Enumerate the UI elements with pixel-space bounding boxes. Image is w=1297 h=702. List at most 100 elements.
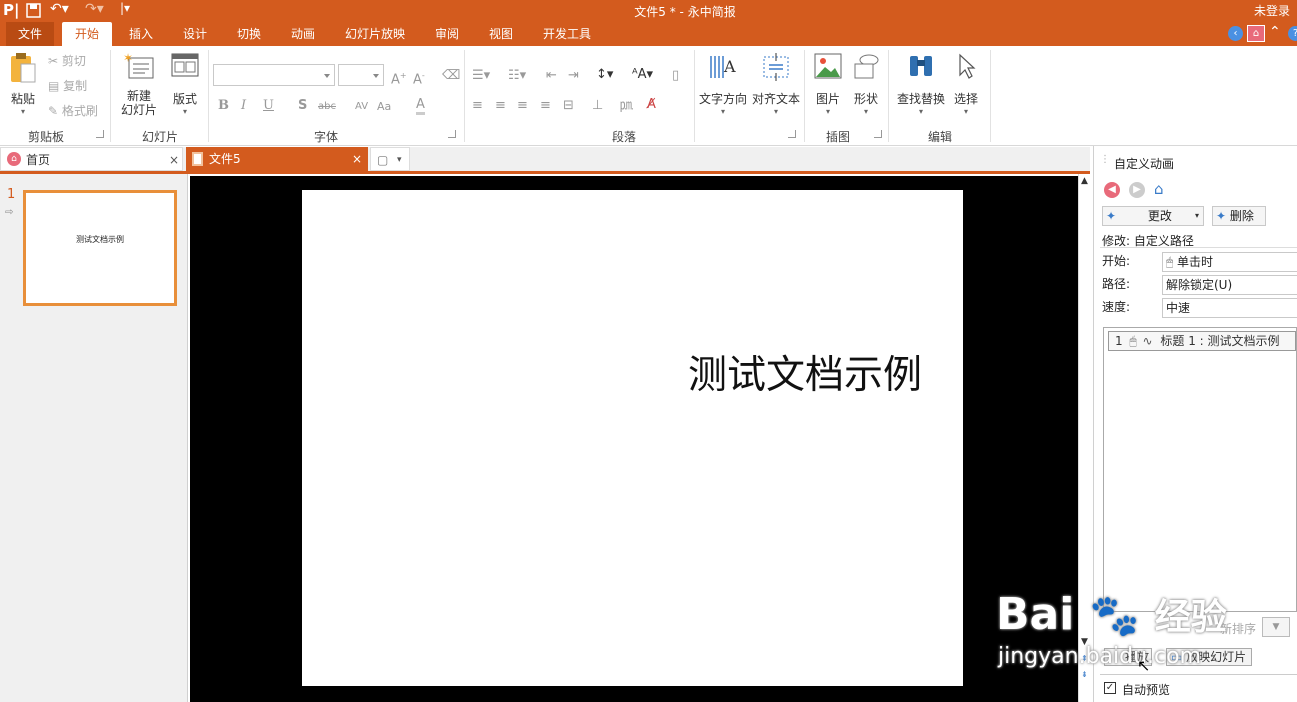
tab-document[interactable]: 文件5 × [186, 147, 368, 171]
distribute-icon[interactable]: ⊟ [563, 98, 574, 114]
redo-icon[interactable]: ↷▾ [85, 1, 104, 17]
path-value: 解除锁定(U) [1166, 278, 1233, 292]
align-text-button[interactable]: 对齐文本 ▾ [750, 52, 802, 116]
list-item-text: 标题 1 : 测试文档示例 [1160, 334, 1280, 348]
align-right-icon[interactable]: ≡ [517, 98, 528, 114]
clear-text-effect-icon[interactable]: A̸ [647, 97, 656, 113]
speed-select[interactable]: 中速 [1162, 298, 1297, 318]
vertical-align-icon[interactable]: ⊥ [592, 98, 603, 114]
text-direction-small-icon[interactable]: ᴬA▾ [632, 67, 653, 83]
select-button[interactable]: 选择 ▾ [948, 52, 984, 116]
cut-button[interactable]: ✂ 剪切 [48, 52, 86, 70]
new-slide-button[interactable]: ✶ 新建 幻灯片 [116, 52, 162, 117]
change-dropdown-icon[interactable]: ▾ [1195, 207, 1199, 225]
change-effect-button[interactable]: ✦ 更改 ▾ [1102, 206, 1204, 226]
path-select[interactable]: 解除锁定(U) [1162, 275, 1297, 295]
decrease-indent-icon[interactable]: ⇤ [546, 68, 557, 84]
group-label-editing: 编辑 [927, 130, 952, 144]
shadow-button[interactable]: S [298, 98, 307, 114]
font-color-button[interactable]: A [416, 98, 425, 115]
char-spacing-button[interactable]: AV [355, 99, 368, 115]
bold-button[interactable]: B [218, 98, 229, 114]
delete-effect-button[interactable]: ✦ 删除 [1212, 206, 1266, 226]
customize-quick-access-icon[interactable]: |▾ [120, 1, 130, 15]
align-left-icon[interactable]: ≡ [472, 98, 483, 114]
cursor-arrow-icon [959, 53, 976, 79]
justify-icon[interactable]: ≡ [540, 98, 551, 114]
close-tab-home-icon[interactable]: × [169, 148, 179, 172]
help-icon[interactable]: ? [1288, 26, 1297, 41]
menu-insert[interactable]: 插入 [118, 22, 164, 46]
increase-indent-icon[interactable]: ⇥ [568, 68, 579, 84]
animation-list[interactable]: 1 🖱 ∿ 标题 1 : 测试文档示例 [1103, 327, 1297, 612]
font-launcher-icon[interactable] [448, 130, 456, 138]
shape-button[interactable]: 形状 ▾ [848, 52, 884, 116]
clipboard-launcher-icon[interactable] [96, 130, 104, 138]
tab-home-label: 首页 [26, 153, 51, 167]
picture-button[interactable]: 图片 ▾ [810, 52, 846, 116]
find-replace-button[interactable]: 查找替换 ▾ [894, 52, 948, 116]
new-tab-dropdown-icon[interactable]: ▾ [397, 148, 402, 172]
align-text-label: 对齐文本 [751, 92, 800, 106]
asian-layout-icon[interactable]: ㏘ [620, 98, 633, 114]
slide-canvas[interactable] [302, 190, 963, 686]
drawing-launcher-icon[interactable] [874, 130, 882, 138]
italic-button[interactable]: I [241, 98, 246, 114]
tab-home[interactable]: ⌂ 首页 × [0, 147, 183, 171]
app-logo: P| [3, 1, 20, 19]
clear-format-icon[interactable]: ⌫ [442, 68, 460, 84]
undo-icon[interactable]: ↶▾ [50, 1, 69, 17]
group-label-slides: 幻灯片 [141, 130, 178, 144]
columns-icon[interactable]: ▯ [672, 68, 679, 84]
menu-review[interactable]: 审阅 [424, 22, 470, 46]
auto-preview-checkbox[interactable]: ✓ [1104, 682, 1116, 694]
copy-button[interactable]: ▤ 复制 [48, 77, 87, 95]
font-size-select[interactable] [338, 64, 384, 86]
menu-view[interactable]: 视图 [478, 22, 524, 46]
picture-icon [814, 53, 842, 79]
back-circle-icon[interactable]: ‹ [1228, 26, 1243, 41]
layout-button[interactable]: 版式 ▾ [166, 52, 204, 116]
reorder-down-button[interactable]: ▼ [1262, 617, 1290, 637]
save-icon[interactable] [26, 3, 41, 18]
layout-label: 版式 [172, 92, 197, 106]
home-nav-icon[interactable]: ⌂ [1154, 180, 1164, 198]
layout-icon [171, 53, 199, 77]
slide-thumbnail[interactable]: 测试文档示例 [23, 190, 177, 306]
login-status[interactable]: 未登录 [1254, 2, 1290, 19]
start-select[interactable]: 🖱 单击时 [1162, 252, 1297, 272]
format-painter-button[interactable]: ✎ 格式刷 [48, 102, 98, 120]
paragraph-launcher-icon[interactable] [788, 130, 796, 138]
menu-developer[interactable]: 开发工具 [536, 22, 598, 46]
font-family-select[interactable] [213, 64, 335, 86]
menu-slideshow[interactable]: 幻灯片放映 [338, 22, 412, 46]
menu-transitions[interactable]: 切换 [226, 22, 272, 46]
home-circle-icon[interactable]: ⌂ [1247, 25, 1265, 42]
strikethrough-button[interactable]: abc [318, 99, 336, 115]
line-spacing-icon[interactable]: ↕▾ [596, 67, 613, 83]
underline-button[interactable]: U [263, 98, 274, 114]
list-item[interactable]: 1 🖱 ∿ 标题 1 : 测试文档示例 [1108, 331, 1296, 351]
align-center-icon[interactable]: ≡ [495, 98, 506, 114]
path-label: 路径: [1102, 277, 1131, 291]
grow-font-icon[interactable]: A+ [391, 68, 407, 88]
change-case-button[interactable]: Aa [377, 99, 391, 115]
menu-home[interactable]: 开始 [62, 22, 112, 46]
next-slide-icon[interactable]: ⇟ [1081, 670, 1088, 679]
close-tab-document-icon[interactable]: × [352, 147, 362, 171]
menu-animations[interactable]: 动画 [280, 22, 326, 46]
binoculars-icon [910, 56, 932, 76]
shrink-font-icon[interactable]: A- [413, 68, 425, 88]
numbering-icon[interactable]: ☷▾ [508, 68, 526, 84]
back-nav-icon[interactable]: ◀ [1104, 182, 1120, 198]
text-direction-button[interactable]: A 文字方向 ▾ [697, 52, 749, 116]
bullets-icon[interactable]: ☰▾ [472, 68, 490, 84]
menu-design[interactable]: 设计 [172, 22, 218, 46]
scroll-up-icon[interactable]: ▲ [1081, 176, 1088, 186]
forward-nav-icon[interactable]: ▶ [1129, 182, 1145, 198]
new-tab-button[interactable]: ▢ ▾ [370, 147, 410, 171]
menu-file[interactable]: 文件 [6, 22, 54, 46]
paste-button[interactable]: 粘贴 ▾ [4, 52, 42, 116]
collapse-ribbon-icon[interactable]: ⌃ [1269, 24, 1281, 40]
slide-title[interactable]: 测试文档示例 [688, 344, 922, 400]
